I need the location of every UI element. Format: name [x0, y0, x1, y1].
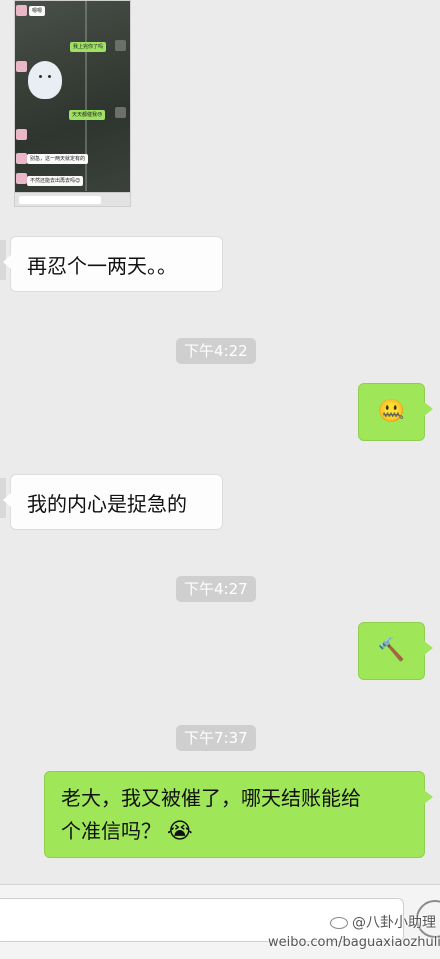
chat-bubble-received[interactable]: 再忍个一两天。。 [10, 236, 223, 292]
mini-sticker-character [28, 61, 62, 99]
mini-avatar [115, 107, 126, 118]
mini-avatar [16, 173, 27, 184]
timestamp-badge: 下午7:37 [176, 725, 256, 751]
weibo-logo-icon [330, 917, 348, 929]
mini-message: 天天都催我😓 [69, 110, 105, 120]
message-line: 个准信吗？😭 [61, 815, 408, 848]
mini-avatar [16, 153, 27, 164]
message-line: 老大，我又被催了，哪天结账能给 [61, 782, 408, 815]
chat-bubble-received[interactable]: 我的内心是捉急的 [10, 474, 223, 530]
mini-avatar [16, 5, 27, 16]
zipper-mouth-emoji-icon: 🤐 [378, 401, 405, 423]
mini-input-bar [15, 192, 130, 206]
message-text: 我的内心是捉急的 [27, 488, 187, 517]
crying-emoji-icon: 😭 [167, 819, 193, 844]
message-text: 个准信吗？ [61, 819, 161, 843]
mini-avatar [115, 40, 126, 51]
chat-bubble-sent[interactable]: 🤐 [358, 383, 425, 441]
mini-message: 不然还能去出再去吗😊 [27, 176, 83, 186]
message-text: 再忍个一两天。。 [27, 250, 177, 279]
weibo-url-watermark: weibo.com/baguaxiaozhuli [268, 935, 440, 950]
chat-bubble-sent[interactable]: 老大，我又被催了，哪天结账能给 个准信吗？😭 [44, 771, 425, 858]
weibo-handle-watermark: @八卦小助理 [330, 912, 436, 932]
hammer-emoji-icon: 🔨 [378, 640, 405, 662]
mini-avatar [16, 61, 27, 72]
mini-avatar [16, 129, 27, 140]
embedded-screenshot-image[interactable]: 嗯嗯 我上完你了吗 天天都催我😓 别急，这一两天就定有的 不然还能去出再去吗😊 [14, 0, 131, 207]
mini-message: 我上完你了吗 [70, 42, 106, 52]
mini-message: 嗯嗯 [29, 6, 45, 16]
timestamp-badge: 下午4:27 [176, 576, 256, 602]
chat-bubble-sent[interactable]: 🔨 [358, 622, 425, 680]
timestamp-badge: 下午4:22 [176, 338, 256, 364]
mini-message: 别急，这一两天就定有的 [27, 154, 88, 164]
